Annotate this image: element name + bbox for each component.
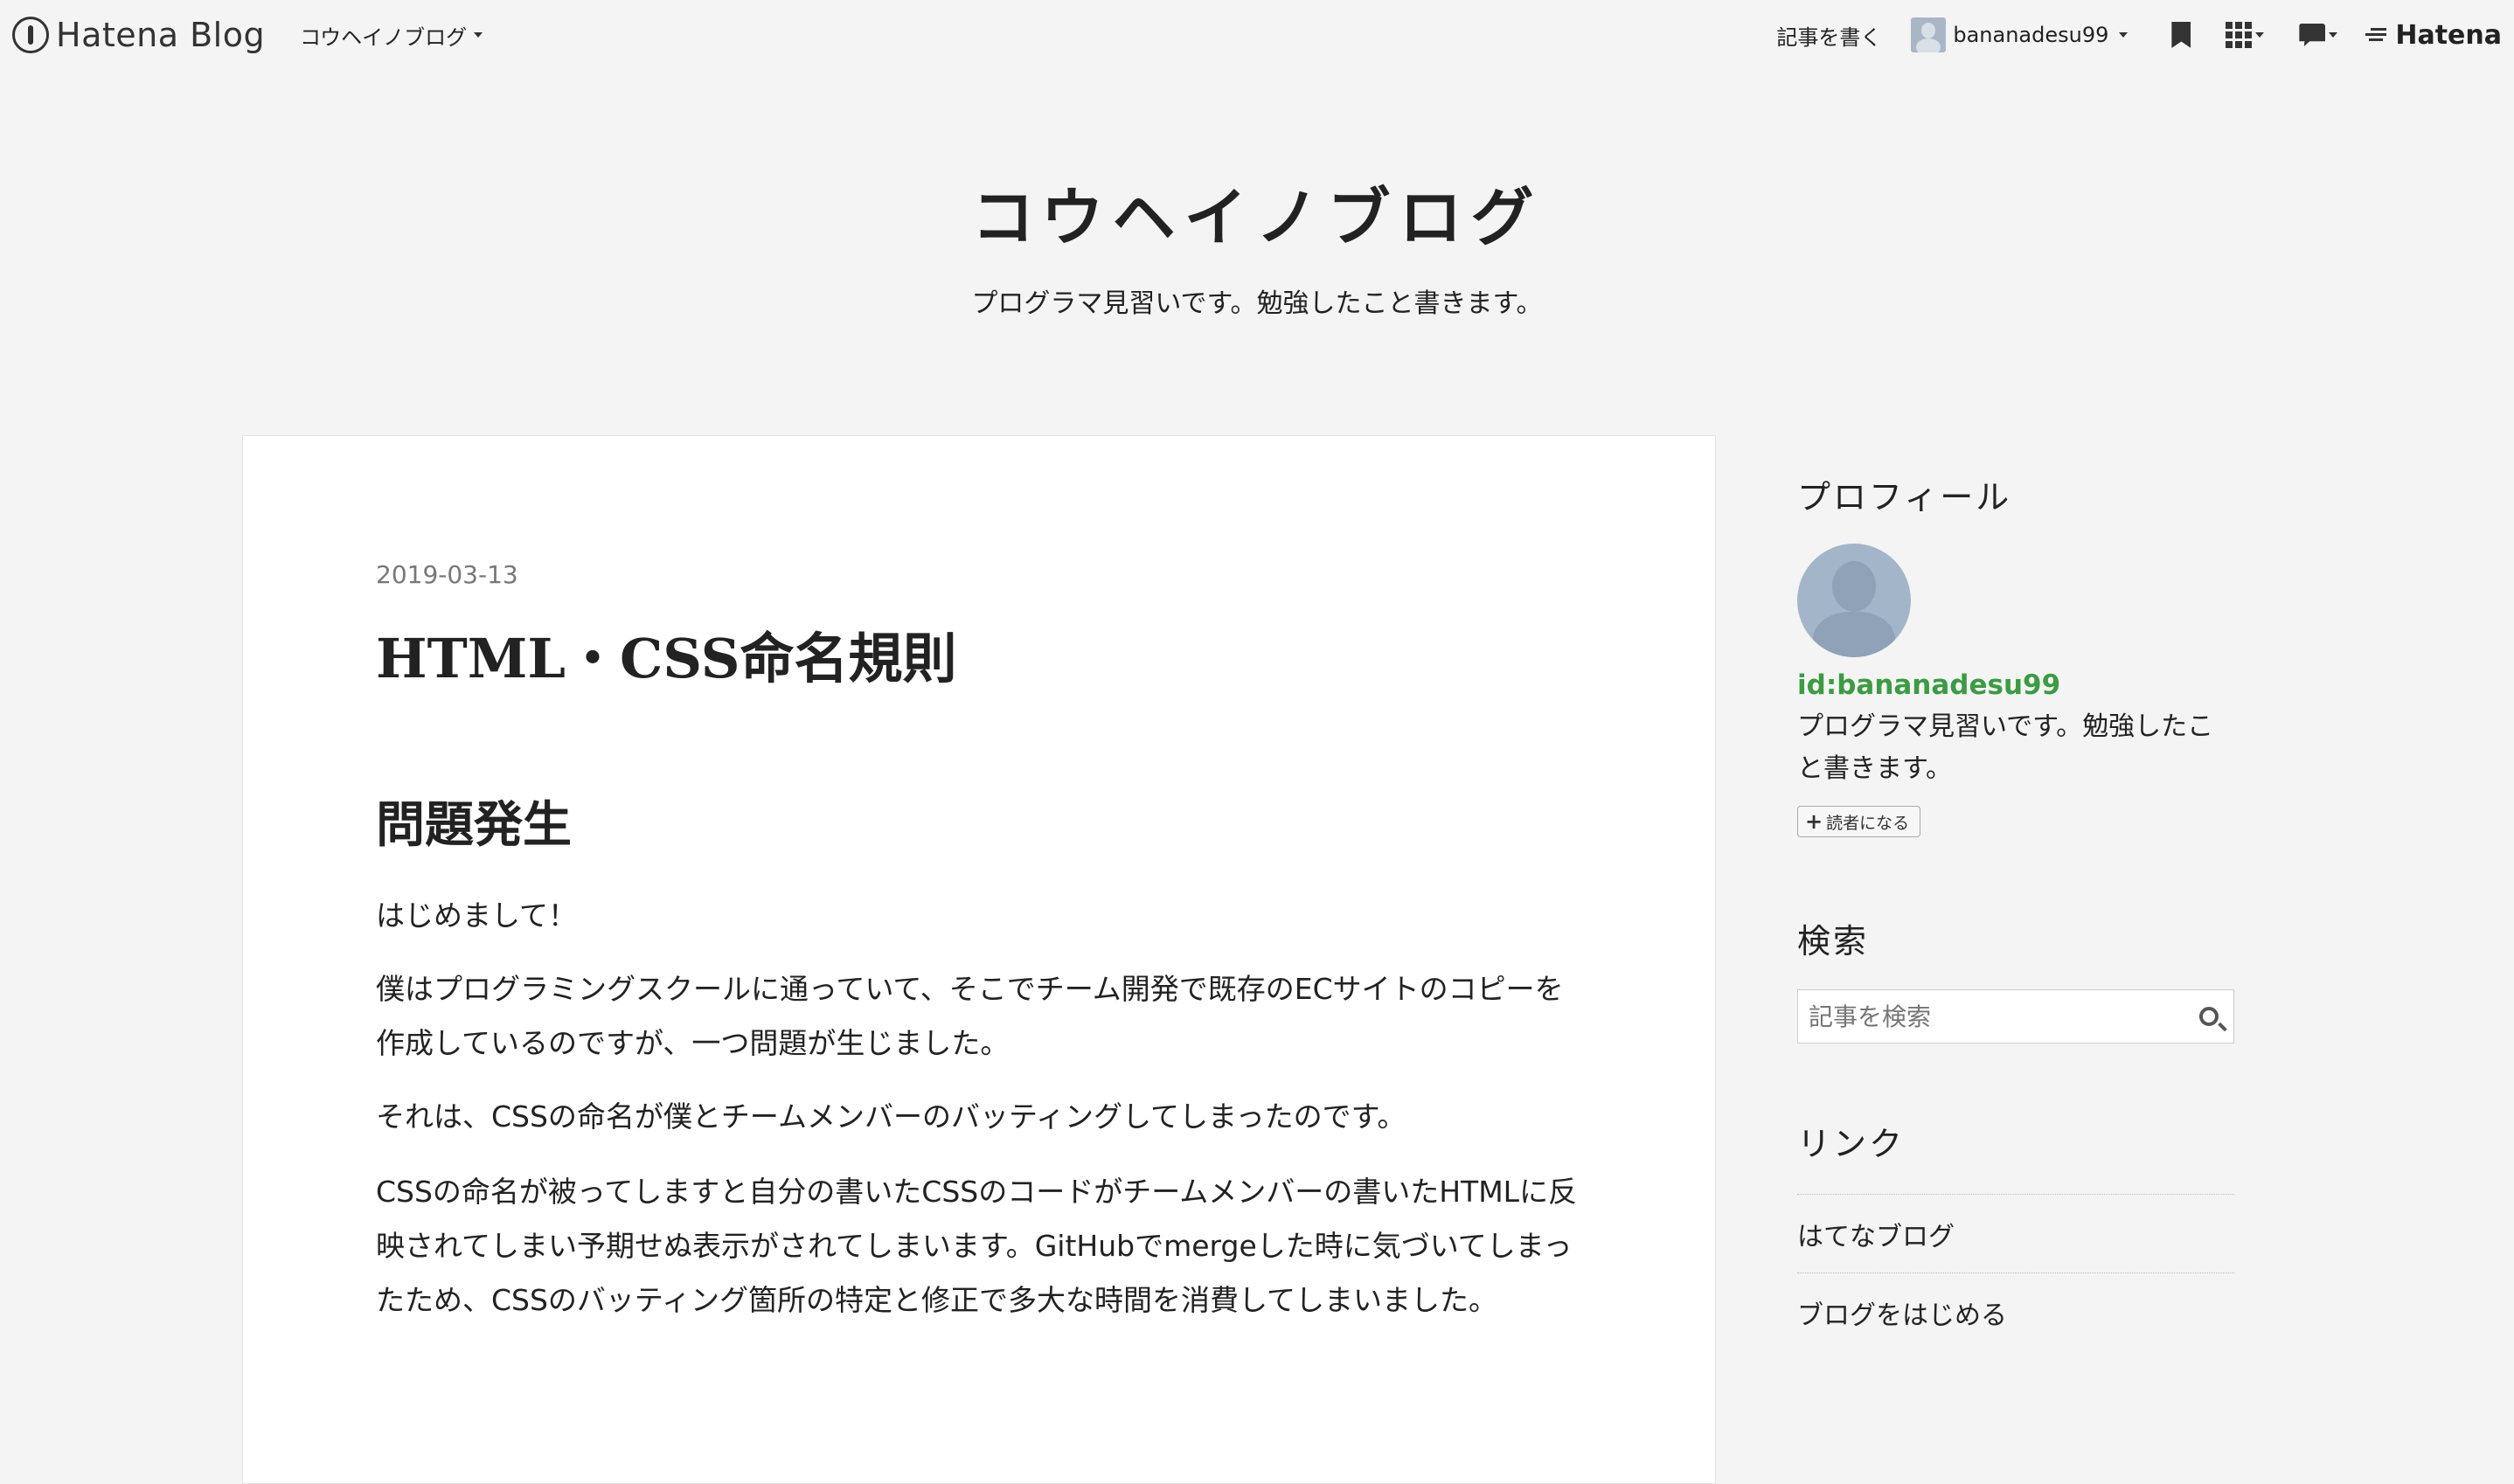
entry-heading: 問題発生 bbox=[376, 797, 572, 854]
entry-paragraph: CSSの命名が被ってしますと自分の書いたCSSのコードがチームメンバーの書いたH… bbox=[376, 1175, 1578, 1317]
entry-article: 2019-03-13 HTML・CSS命名規則 問題発生 はじめまして！ 僕はプ… bbox=[242, 435, 1716, 1484]
hatena-blog-brand[interactable]: Hatena Blog bbox=[12, 16, 265, 54]
link-hatena-blog[interactable]: はてなブログ bbox=[1797, 1194, 2234, 1272]
apps-menu-button[interactable] bbox=[2226, 22, 2265, 48]
brand-text: Hatena Blog bbox=[56, 16, 266, 54]
subscribe-label: 読者になる bbox=[1826, 813, 1910, 833]
profile-avatar[interactable] bbox=[1797, 544, 1911, 657]
blog-description: プログラマ見習いです。勉強したこと書きます。 bbox=[971, 288, 1543, 319]
chevron-down-icon bbox=[2255, 32, 2265, 38]
search-icon bbox=[2199, 1007, 2219, 1026]
bookmark-button[interactable] bbox=[2171, 22, 2191, 48]
blog-switcher-label: コウヘイノブログ bbox=[300, 24, 468, 50]
hatena-blog-logo-icon bbox=[12, 17, 49, 53]
entry-title[interactable]: HTML・CSS命名規則 bbox=[376, 614, 956, 693]
speech-bubble-icon bbox=[2299, 24, 2326, 46]
entry-date[interactable]: 2019-03-13 bbox=[376, 560, 518, 589]
avatar bbox=[1911, 17, 1947, 52]
search-form bbox=[1797, 989, 2234, 1044]
subscribe-button[interactable]: + 読者になる bbox=[1797, 806, 1921, 837]
entry-paragraph: それは、CSSの命名が僕とチームメンバーのバッティングしてしまったのです。 bbox=[376, 1099, 1406, 1134]
hatena-label: Hatena bbox=[2395, 19, 2502, 51]
hatena-mark-icon bbox=[2364, 26, 2388, 44]
grid-icon bbox=[2226, 22, 2253, 48]
entry-paragraph: はじめまして！ bbox=[376, 898, 578, 933]
link-start-blog[interactable]: ブログをはじめる bbox=[1797, 1272, 2234, 1351]
user-menu[interactable]: bananadesu99 bbox=[1911, 17, 2129, 52]
bookmark-icon bbox=[2171, 22, 2191, 48]
notifications-button[interactable] bbox=[2299, 24, 2338, 46]
search-input[interactable] bbox=[1798, 990, 2184, 1043]
links-list: はてなブログ ブログをはじめる bbox=[1797, 1194, 2234, 1351]
chevron-down-icon bbox=[2119, 32, 2129, 38]
profile-module-title: プロフィール bbox=[1797, 478, 2012, 517]
chevron-down-icon bbox=[2329, 32, 2338, 38]
search-button[interactable] bbox=[2184, 990, 2233, 1043]
search-module-title: 検索 bbox=[1797, 922, 1870, 960]
profile-description: プログラマ見習いです。勉強したこと書きます。 bbox=[1797, 711, 2214, 784]
blog-title[interactable]: コウヘイノブログ bbox=[0, 166, 2514, 258]
entry-paragraph: 僕はプログラミングスクールに通っていて、そこでチーム開発で既存のECサイトのコピ… bbox=[376, 972, 1564, 1060]
global-header: Hatena Blog コウヘイノブログ 記事を書く bananadesu99 bbox=[0, 0, 2514, 70]
global-header-right: 記事を書く bananadesu99 Hatena bbox=[1776, 9, 2502, 61]
username-label: bananadesu99 bbox=[1953, 23, 2109, 47]
profile-id-link[interactable]: id:bananadesu99 bbox=[1797, 669, 2060, 701]
blog-switcher-menu[interactable]: コウヘイノブログ bbox=[300, 20, 483, 51]
global-header-left: Hatena Blog コウヘイノブログ bbox=[12, 9, 483, 61]
plus-icon: + bbox=[1805, 809, 1823, 834]
write-entry-link[interactable]: 記事を書く bbox=[1776, 20, 1881, 51]
links-module-title: リンク bbox=[1797, 1125, 1906, 1163]
chevron-down-icon bbox=[474, 32, 483, 38]
hatena-home-link[interactable]: Hatena bbox=[2364, 20, 2502, 51]
